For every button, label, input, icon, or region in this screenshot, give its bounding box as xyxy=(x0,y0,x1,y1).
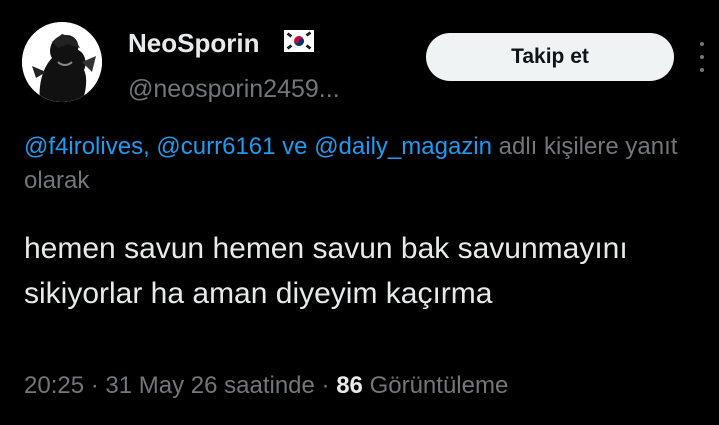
more-dot xyxy=(700,68,704,72)
avatar-image xyxy=(22,22,102,102)
mention-link[interactable]: @f4irolives xyxy=(24,133,143,160)
more-dot xyxy=(700,55,704,59)
display-name[interactable]: NeoSporin xyxy=(128,28,259,59)
tweet-time[interactable]: 20:25 xyxy=(24,372,84,399)
views-label: Görüntüleme xyxy=(362,372,509,399)
reply-context: @f4irolives, @curr6161 ve @daily_magazin… xyxy=(24,130,684,198)
more-dot xyxy=(700,42,704,46)
tweet-header: NeoSporin @neosporin2459... Takip et xyxy=(22,22,704,104)
south-korea-flag-icon xyxy=(284,30,314,52)
user-handle[interactable]: @neosporin2459... xyxy=(128,75,340,104)
mention-separator: ve xyxy=(275,133,315,160)
avatar[interactable] xyxy=(22,22,102,102)
mention-separator: , xyxy=(143,133,157,160)
more-horizontal-icon[interactable] xyxy=(690,42,714,72)
views-count[interactable]: 86 xyxy=(336,372,363,399)
mention-link[interactable]: @curr6161 xyxy=(156,133,275,160)
follow-button[interactable]: Takip et xyxy=(426,33,674,81)
meta-separator: · xyxy=(314,372,337,399)
tweet-text: hemen savun hemen savun bak savunmayını … xyxy=(24,232,628,310)
tweet-date[interactable]: 31 May 26 saatinde xyxy=(105,372,314,399)
meta-separator: · xyxy=(84,372,106,399)
tweet-meta: 20:25 · 31 May 26 saatinde · 86 Görüntül… xyxy=(24,372,508,400)
mention-link[interactable]: @daily_magazin xyxy=(314,133,492,160)
